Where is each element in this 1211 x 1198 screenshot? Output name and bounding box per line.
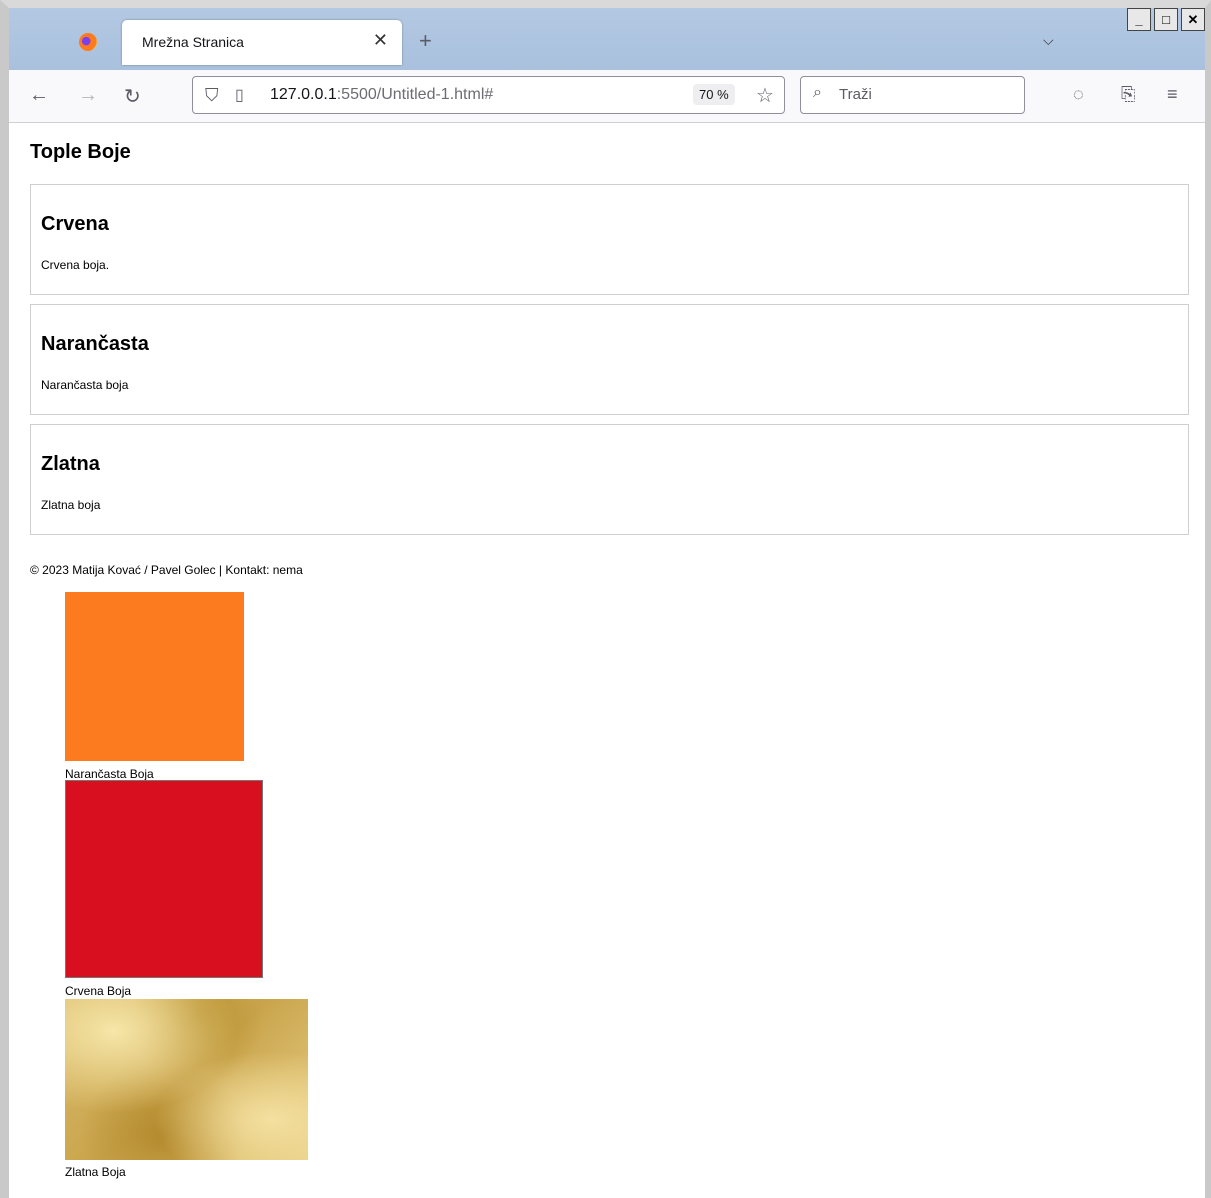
red-swatch-image — [65, 780, 263, 978]
navigation-toolbar: ← → ↻ ⛉ ▯ 127.0.0.1:5500/Untitled-1.html… — [9, 70, 1205, 123]
page-icon[interactable]: ▯ — [235, 85, 244, 105]
shield-icon[interactable]: ⛉ — [205, 85, 219, 106]
pocket-icon[interactable]: ◌ — [1073, 84, 1084, 105]
card-heading: Narančasta — [41, 333, 149, 355]
card-heading: Crvena — [41, 213, 109, 235]
swatch-caption: Narančasta Boja — [65, 767, 154, 781]
firefox-logo-icon — [79, 33, 97, 51]
tab-list-chevron-icon[interactable]: ⌵ — [1043, 32, 1054, 49]
page-title: Tople Boje — [30, 141, 131, 163]
gold-swatch-image — [65, 999, 308, 1160]
search-placeholder: Traži — [839, 86, 872, 103]
close-tab-icon[interactable]: ✕ — [373, 30, 388, 51]
extensions-icon[interactable]: ⎘ — [1121, 84, 1135, 105]
color-card-narancasta: Narančasta Narančasta boja — [30, 304, 1189, 415]
url-host: 127.0.0.1 — [270, 86, 337, 103]
window-controls: _ □ ✕ — [1127, 8, 1205, 31]
minimize-icon[interactable]: _ — [1127, 8, 1151, 31]
url-path: :5500/Untitled-1.html# — [336, 86, 494, 103]
new-tab-icon[interactable]: + — [419, 28, 432, 54]
footer-text: © 2023 Matija Kovać / Pavel Golec | Kont… — [30, 563, 303, 577]
close-window-icon[interactable]: ✕ — [1181, 8, 1205, 31]
maximize-icon[interactable]: □ — [1154, 8, 1178, 31]
swatch-caption: Crvena Boja — [65, 984, 132, 998]
url-bar[interactable]: ⛉ ▯ 127.0.0.1:5500/Untitled-1.html# 70 %… — [192, 76, 785, 114]
color-card-zlatna: Zlatna Zlatna boja — [30, 424, 1189, 535]
active-tab[interactable]: Mrežna Stranica ✕ — [122, 20, 402, 65]
card-text: Narančasta boja — [41, 378, 129, 392]
menu-hamburger-icon[interactable]: ≡ — [1167, 84, 1178, 105]
tab-strip: Mrežna Stranica ✕ + ⌵ _ □ ✕ — [9, 8, 1205, 70]
search-bar[interactable]: ⌕ Traži — [800, 76, 1025, 114]
color-card-crvena: Crvena Crvena boja. — [30, 184, 1189, 295]
bookmark-star-icon[interactable]: ☆ — [756, 83, 774, 108]
reload-icon[interactable]: ↻ — [124, 84, 141, 109]
tab-title: Mrežna Stranica — [142, 34, 244, 50]
orange-swatch-image — [65, 592, 244, 761]
back-arrow-icon[interactable]: ← — [29, 84, 49, 107]
swatch-caption: Zlatna Boja — [65, 1165, 126, 1179]
url-text[interactable]: 127.0.0.1:5500/Untitled-1.html# — [270, 86, 493, 104]
forward-arrow-icon[interactable]: → — [78, 84, 98, 107]
card-text: Zlatna boja — [41, 498, 101, 512]
card-heading: Zlatna — [41, 453, 100, 475]
zoom-level-badge[interactable]: 70 % — [693, 84, 735, 105]
card-text: Crvena boja. — [41, 258, 110, 272]
search-icon: ⌕ — [813, 84, 822, 101]
